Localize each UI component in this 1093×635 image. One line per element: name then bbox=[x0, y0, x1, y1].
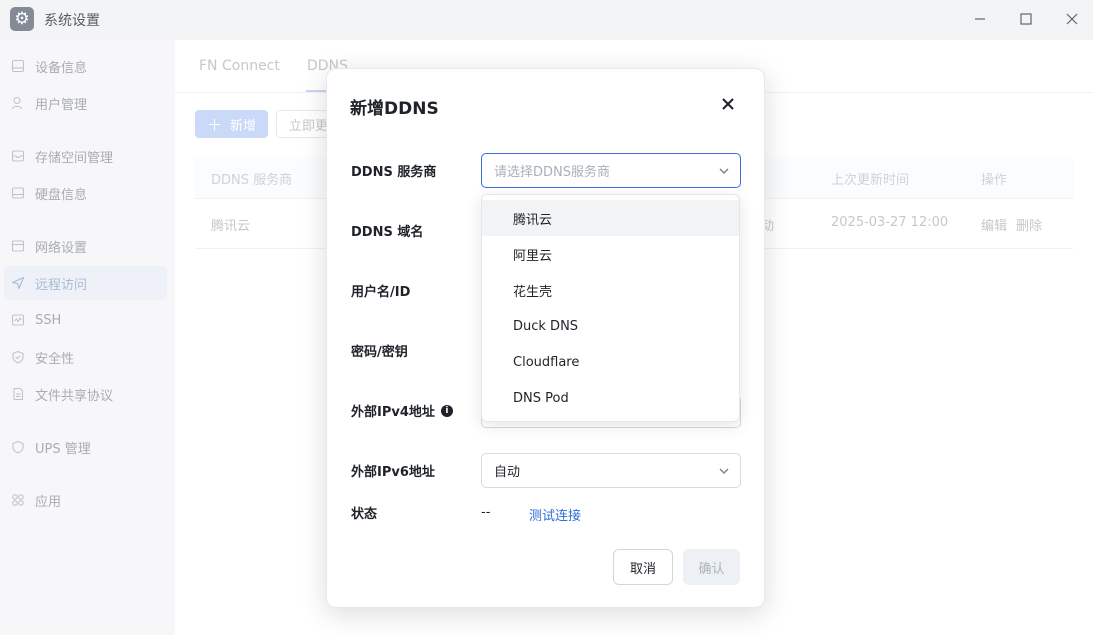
ipv6-value: 自动 bbox=[494, 465, 521, 480]
info-icon[interactable]: i bbox=[440, 404, 453, 417]
dropdown-option[interactable]: DNS Pod bbox=[482, 380, 739, 416]
confirm-button[interactable]: 确认 bbox=[683, 549, 740, 585]
dropdown-option[interactable]: 阿里云 bbox=[482, 236, 739, 272]
dropdown-option[interactable]: 花生壳 bbox=[482, 272, 739, 308]
ipv4-label-group: 外部IPv4地址 i bbox=[351, 401, 453, 420]
test-connection-link[interactable]: 测试连接 bbox=[529, 505, 581, 524]
ipv6-select[interactable]: 自动 bbox=[481, 453, 741, 488]
provider-label: DDNS 服务商 bbox=[351, 165, 437, 180]
close-dialog-button[interactable] bbox=[719, 95, 737, 113]
dropdown-option[interactable]: Cloudflare bbox=[482, 344, 739, 380]
dialog-title: 新增DDNS bbox=[350, 99, 439, 119]
dropdown-option[interactable]: 腾讯云 bbox=[482, 200, 739, 236]
ipv4-label: 外部IPv4地址 bbox=[351, 405, 435, 420]
provider-dropdown-list: 腾讯云 阿里云 花生壳 Duck DNS Cloudflare DNS Pod bbox=[481, 194, 740, 422]
provider-select[interactable]: 请选择DDNS服务商 bbox=[481, 153, 741, 188]
chevron-down-icon bbox=[719, 468, 729, 474]
chevron-down-icon bbox=[719, 168, 729, 174]
close-icon bbox=[722, 98, 734, 110]
domain-label: DDNS 域名 bbox=[351, 225, 424, 240]
status-label: 状态 bbox=[351, 507, 378, 522]
ipv6-label: 外部IPv6地址 bbox=[351, 465, 435, 480]
provider-placeholder: 请选择DDNS服务商 bbox=[494, 165, 610, 180]
dropdown-option[interactable]: Duck DNS bbox=[482, 308, 739, 344]
password-label: 密码/密钥 bbox=[351, 345, 408, 360]
status-value: -- bbox=[481, 505, 491, 520]
username-label: 用户名/ID bbox=[351, 285, 411, 300]
cancel-button[interactable]: 取消 bbox=[613, 549, 673, 585]
